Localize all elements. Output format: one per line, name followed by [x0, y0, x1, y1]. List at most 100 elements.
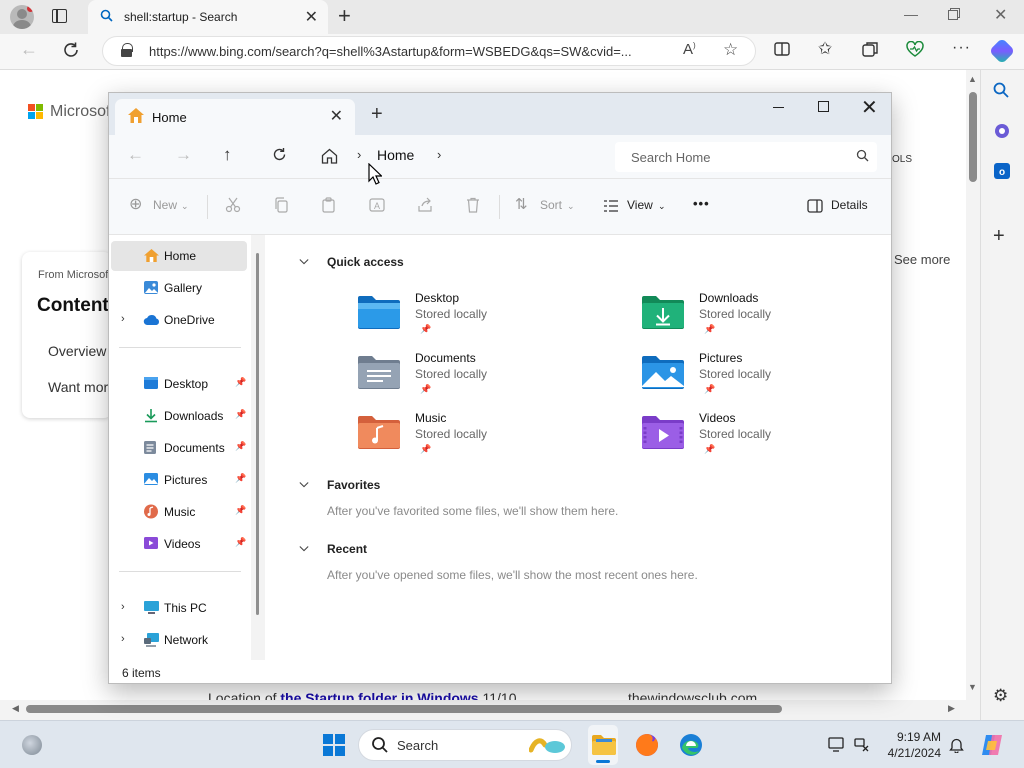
chevron-down-icon[interactable] — [299, 480, 309, 490]
page-vertical-scrollbar[interactable]: ▲ ▼ — [966, 70, 980, 700]
edge-icon[interactable] — [677, 731, 705, 759]
explorer-back-icon[interactable]: ← — [127, 145, 144, 165]
quick-access-item-downloads[interactable]: Downloads Stored locally 📌 — [641, 291, 901, 349]
card-want-more[interactable]: Want more — [48, 379, 116, 395]
breadcrumb-chevron-icon[interactable]: › — [357, 147, 361, 162]
card-overview[interactable]: Overview — [48, 343, 106, 359]
delete-icon[interactable] — [465, 197, 481, 213]
explorer-new-tab-button[interactable]: + — [371, 103, 383, 126]
firefox-icon[interactable] — [633, 731, 661, 759]
sidebar-copilot-icon[interactable] — [993, 122, 1011, 145]
explorer-up-icon[interactable]: ↑ — [223, 145, 232, 165]
pin-icon[interactable]: 📌 — [235, 377, 246, 388]
sort-button[interactable]: Sort — [540, 198, 562, 212]
lock-icon[interactable] — [121, 43, 133, 57]
favorites-icon[interactable]: ✩ — [818, 39, 832, 59]
breadcrumb-home[interactable]: Home — [377, 147, 414, 163]
copy-icon[interactable] — [273, 197, 289, 213]
nav-item-downloads[interactable]: Downloads 📌 — [111, 401, 247, 431]
scroll-up-icon[interactable]: ▲ — [968, 74, 977, 84]
weather-icon[interactable] — [22, 735, 42, 755]
nav-item-pictures[interactable]: Pictures 📌 — [111, 465, 247, 495]
explorer-title-bar[interactable]: Home ✕ + ✕ — [109, 93, 891, 135]
see-more-button[interactable]: ••• — [693, 196, 710, 211]
pin-icon[interactable]: 📌 — [235, 473, 246, 484]
chevron-right-icon[interactable]: › — [121, 313, 125, 325]
address-bar[interactable]: https://www.bing.com/search?q=shell%3Ast… — [102, 36, 756, 66]
tab-close-icon[interactable]: ✕ — [305, 7, 318, 27]
browser-tab-search[interactable]: shell:startup - Search ✕ — [88, 0, 328, 34]
copilot-icon[interactable] — [988, 37, 1016, 65]
explorer-tab-home[interactable]: Home ✕ — [115, 99, 355, 135]
split-screen-icon[interactable] — [774, 41, 790, 62]
sidebar-settings-icon[interactable]: ⚙ — [993, 686, 1008, 706]
paste-icon[interactable] — [321, 197, 337, 213]
breadcrumb-home-icon[interactable] — [321, 148, 338, 167]
clock[interactable]: 9:19 AM 4/21/2024 — [885, 729, 941, 761]
chevron-right-icon[interactable]: › — [121, 633, 125, 645]
nav-item-documents[interactable]: Documents 📌 — [111, 433, 247, 463]
browser-close-button[interactable]: ✕ — [994, 5, 1007, 25]
pin-icon[interactable]: 📌 — [235, 537, 246, 548]
quick-access-item-pictures[interactable]: Pictures Stored locally 📌 — [641, 351, 901, 409]
performance-icon[interactable] — [906, 40, 924, 62]
browser-minimize-button[interactable]: — — [904, 6, 918, 22]
explorer-minimize-button[interactable] — [773, 107, 784, 109]
outlook-icon[interactable]: o — [993, 162, 1011, 185]
browser-restore-button[interactable] — [948, 7, 960, 23]
more-options-icon[interactable]: ··· — [952, 39, 971, 57]
collections-icon[interactable] — [862, 41, 879, 63]
scroll-down-icon[interactable]: ▼ — [968, 682, 977, 692]
explorer-forward-icon[interactable]: → — [175, 145, 192, 165]
search-icon[interactable] — [856, 149, 869, 165]
read-aloud-icon[interactable]: A) — [683, 41, 696, 58]
file-explorer-taskbar-icon[interactable] — [590, 731, 618, 759]
breadcrumb-chevron-icon[interactable]: › — [437, 147, 441, 162]
nav-item-onedrive[interactable]: › OneDrive — [111, 305, 247, 335]
share-icon[interactable] — [417, 197, 433, 213]
quick-access-item-videos[interactable]: Videos Stored locally 📌 — [641, 411, 901, 469]
scroll-right-icon[interactable]: ▶ — [948, 703, 955, 714]
start-button[interactable] — [323, 734, 345, 756]
tools-tab-fragment[interactable]: OLS — [892, 154, 912, 165]
url-text[interactable]: https://www.bing.com/search?q=shell%3Ast… — [149, 44, 679, 59]
notification-bell-icon[interactable] — [949, 737, 964, 756]
chevron-down-icon[interactable] — [299, 544, 309, 554]
explorer-refresh-icon[interactable] — [272, 147, 287, 167]
breadcrumb[interactable]: › Home › — [313, 142, 609, 172]
new-button[interactable]: New — [153, 198, 177, 212]
nav-item-gallery[interactable]: Gallery — [111, 273, 247, 303]
quick-access-item-music[interactable]: Music Stored locally 📌 — [357, 411, 617, 469]
favorites-header[interactable]: Favorites — [327, 478, 380, 492]
sidebar-search-icon[interactable] — [993, 82, 1009, 103]
chevron-right-icon[interactable]: › — [121, 601, 125, 613]
pin-icon[interactable]: 📌 — [235, 505, 246, 516]
horizontal-scroll-thumb[interactable] — [26, 705, 782, 713]
explorer-search-box[interactable]: Search Home — [615, 142, 877, 172]
nav-pane-scroll-thumb[interactable] — [256, 253, 259, 615]
chevron-down-icon[interactable] — [299, 257, 309, 267]
pin-icon[interactable]: 📌 — [235, 409, 246, 420]
profile-avatar[interactable] — [10, 5, 34, 29]
nav-item-home[interactable]: Home — [111, 241, 247, 271]
scroll-left-icon[interactable]: ◀ — [12, 703, 19, 714]
back-arrow-icon[interactable]: ← — [20, 39, 38, 60]
recent-header[interactable]: Recent — [327, 542, 367, 556]
nav-item-this-pc[interactable]: › This PC — [111, 593, 247, 623]
taskbar-search[interactable]: Search — [358, 729, 572, 761]
favorite-star-icon[interactable]: ☆ — [723, 40, 738, 60]
nav-item-music[interactable]: Music 📌 — [111, 497, 247, 527]
nav-item-network[interactable]: › Network — [111, 625, 247, 655]
network-disconnected-icon[interactable] — [854, 737, 870, 755]
add-sidebar-app-icon[interactable]: + — [993, 225, 1005, 248]
nav-item-videos[interactable]: Videos 📌 — [111, 529, 247, 559]
copilot-taskbar-icon[interactable] — [980, 733, 1004, 757]
refresh-icon[interactable] — [62, 41, 80, 64]
explorer-tab-close-icon[interactable]: ✕ — [330, 106, 343, 126]
page-horizontal-scrollbar[interactable]: ◀ ▶ — [0, 700, 966, 718]
cut-icon[interactable] — [225, 197, 241, 213]
view-button[interactable]: View — [627, 198, 653, 212]
explorer-close-button[interactable]: ✕ — [861, 95, 878, 120]
rename-icon[interactable]: A — [369, 197, 385, 213]
pin-icon[interactable]: 📌 — [235, 441, 246, 452]
